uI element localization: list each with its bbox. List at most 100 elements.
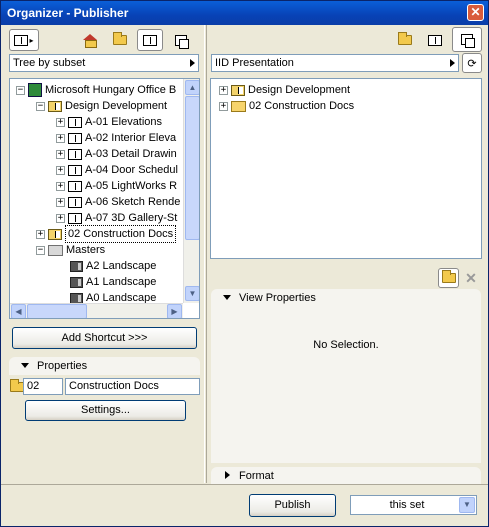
publish-scope-dropdown[interactable]: this set ▼ — [350, 495, 477, 515]
publisher-set-label: IID Presentation — [215, 57, 294, 69]
tree-item-label: A-05 LightWorks R — [85, 180, 178, 192]
delete-icon[interactable]: ✕ — [461, 268, 481, 288]
scroll-up-icon[interactable]: ▲ — [185, 80, 199, 95]
publisher-sets-icon[interactable] — [452, 27, 482, 52]
tree-item-label: A2 Landscape — [86, 260, 157, 272]
tree-item[interactable]: + A-01 Elevations — [56, 114, 162, 130]
expand-triangle-icon — [225, 471, 230, 479]
publish-button[interactable]: Publish — [249, 494, 336, 517]
expand-icon[interactable]: + — [219, 101, 228, 111]
tree-mode-dropdown[interactable]: Tree by subset — [9, 54, 199, 72]
add-shortcut-button[interactable]: Add Shortcut >>> — [12, 327, 197, 349]
subset-icon — [231, 84, 245, 96]
collapse-icon[interactable]: − — [16, 85, 25, 95]
splitter[interactable] — [204, 25, 207, 483]
subset-icon — [48, 228, 62, 240]
project-map-icon[interactable] — [77, 29, 103, 51]
tree-item[interactable]: + A-05 LightWorks R — [56, 178, 177, 194]
tree-item-label: A-02 Interior Eleva — [85, 132, 177, 144]
tree-item[interactable]: + A-03 Detail Drawin — [56, 146, 177, 162]
scroll-thumb[interactable] — [27, 304, 87, 318]
new-folder-icon[interactable] — [438, 268, 459, 288]
master-layout-icon — [70, 292, 83, 304]
tree-masters[interactable]: − Masters — [36, 242, 105, 258]
tree-item-label: Design Development — [65, 100, 168, 112]
collapse-triangle-icon — [21, 363, 29, 368]
layout-icon — [68, 148, 82, 160]
tree-construction-docs[interactable]: + 02 Construction Docs — [36, 225, 177, 243]
close-icon[interactable]: ✕ — [467, 4, 484, 21]
layout-icon[interactable] — [422, 29, 448, 51]
tree-item-label: Masters — [66, 244, 106, 256]
collapse-triangle-icon — [223, 295, 231, 300]
expand-icon[interactable]: + — [56, 197, 65, 207]
collapse-icon[interactable]: − — [36, 245, 45, 255]
tree-item[interactable]: + A-02 Interior Eleva — [56, 130, 176, 146]
tree-mode-label: Tree by subset — [13, 57, 86, 69]
view-properties-label: View Properties — [239, 292, 316, 304]
scroll-left-icon[interactable]: ◀ — [11, 304, 26, 318]
format-header[interactable]: Format — [211, 467, 481, 485]
set-options-icon[interactable]: ⟳ — [462, 53, 482, 73]
tree-item-label: A-07 3D Gallery-St — [85, 212, 178, 224]
footer-divider — [1, 484, 488, 485]
tree-root[interactable]: − Microsoft Hungary Office B — [16, 82, 176, 98]
format-label: Format — [239, 470, 274, 482]
view-properties-header[interactable]: View Properties — [211, 289, 481, 307]
name-field[interactable]: Construction Docs — [65, 378, 200, 395]
layout-book-icon[interactable] — [137, 29, 163, 51]
publisher-sets-icon[interactable] — [168, 29, 194, 51]
publisher-tree-panel[interactable]: + Design Development + 02 Construction D… — [210, 78, 482, 259]
layout-icon — [68, 180, 82, 192]
tree-item[interactable]: + Design Development — [219, 82, 350, 98]
tree-master-item[interactable]: A1 Landscape — [70, 274, 156, 290]
tree-item-label: Design Development — [248, 84, 351, 96]
scroll-down-icon[interactable]: ▼ — [185, 286, 199, 301]
layout-icon — [68, 164, 82, 176]
expand-icon[interactable]: + — [56, 213, 65, 223]
collapse-icon[interactable]: − — [36, 101, 45, 111]
layout-icon — [68, 212, 82, 224]
expand-icon[interactable]: + — [56, 165, 65, 175]
scroll-thumb[interactable] — [185, 96, 199, 240]
no-selection-text: No Selection. — [313, 339, 379, 351]
folder-icon[interactable] — [392, 29, 418, 51]
view-map-icon[interactable] — [107, 29, 133, 51]
publisher-set-dropdown[interactable]: IID Presentation — [211, 54, 459, 72]
chevron-down-icon[interactable]: ▼ — [459, 497, 475, 513]
expand-icon[interactable]: + — [56, 181, 65, 191]
tree-item-label: A1 Landscape — [86, 276, 157, 288]
tree-master-item[interactable]: A2 Landscape — [70, 258, 156, 274]
expand-icon[interactable]: + — [36, 229, 45, 239]
layout-tree-panel[interactable]: − Microsoft Hungary Office B − Design De… — [9, 78, 200, 319]
expand-icon[interactable]: + — [56, 149, 65, 159]
folder-icon — [231, 100, 246, 112]
subset-icon — [48, 100, 62, 112]
tree-item-label: A-03 Detail Drawin — [85, 148, 177, 160]
layout-arrow-icon[interactable]: ▸ — [9, 29, 39, 51]
tree-item-label: A-01 Elevations — [85, 116, 163, 128]
tree-item-label: A-06 Sketch Rende — [85, 196, 181, 208]
properties-label: Properties — [37, 360, 88, 372]
expand-icon[interactable]: + — [56, 117, 65, 127]
vertical-scrollbar[interactable]: ▲ ▼ — [183, 79, 199, 303]
tree-item-label: A-04 Door Schedul — [85, 164, 178, 176]
tree-design-development[interactable]: − Design Development — [36, 98, 167, 114]
publish-scope-label: this set — [389, 499, 425, 511]
layout-icon — [68, 116, 82, 128]
tree-item-label: 02 Construction Docs — [65, 225, 177, 243]
properties-header[interactable]: Properties — [9, 357, 200, 375]
tree-item[interactable]: + A-06 Sketch Rende — [56, 194, 180, 210]
settings-button[interactable]: Settings... — [25, 400, 186, 421]
master-layout-icon — [70, 260, 83, 272]
tree-item[interactable]: + A-04 Door Schedul — [56, 162, 178, 178]
expand-icon[interactable]: + — [219, 85, 228, 95]
tree-item[interactable]: + A-07 3D Gallery-St — [56, 210, 177, 226]
tree-item-label: 02 Construction Docs — [249, 100, 355, 112]
horizontal-scrollbar[interactable]: ◀ ▶ — [10, 303, 183, 318]
scroll-right-icon[interactable]: ▶ — [167, 304, 182, 318]
id-field[interactable]: 02 — [23, 378, 63, 395]
tree-item[interactable]: + 02 Construction Docs — [219, 98, 354, 114]
expand-icon[interactable]: + — [56, 133, 65, 143]
layout-icon — [68, 132, 82, 144]
